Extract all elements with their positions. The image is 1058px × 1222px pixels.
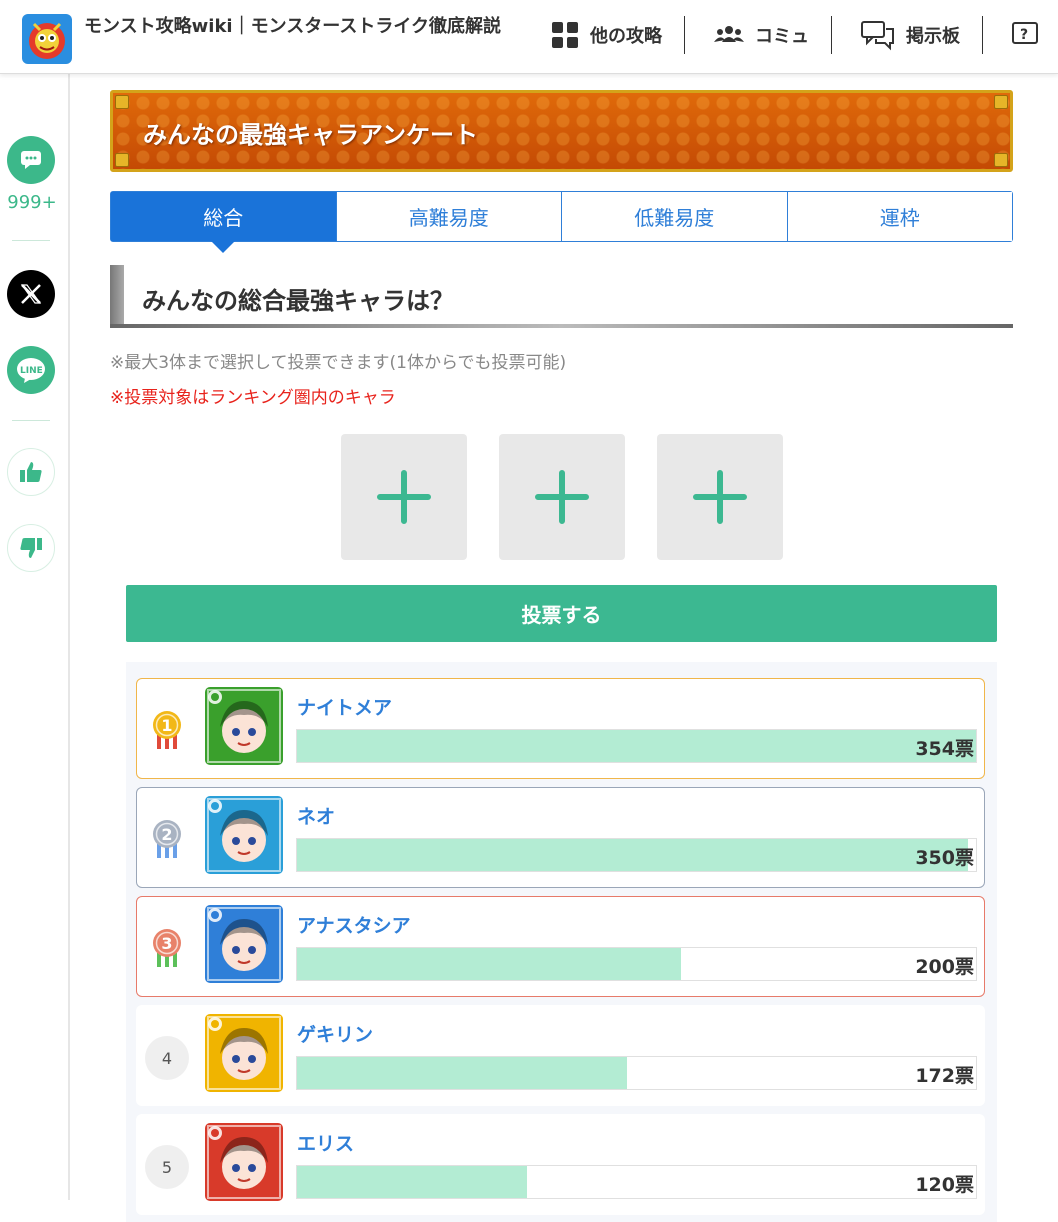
ranking-list: 1 ナイトメア 354票 2 ネオ 350票 3 アナスタシア 200票 4 ゲキリン 172票 5 エリ…: [126, 662, 997, 1222]
survey-tabs: 総合 高難易度 低難易度 運枠: [110, 191, 1013, 253]
selection-slots: [341, 434, 783, 560]
divider: [12, 420, 50, 421]
vote-count: 354票: [915, 738, 974, 760]
share-x-button[interactable]: [7, 270, 55, 318]
question-text: みんなの総合最強キャラは？: [142, 287, 454, 315]
site-logo[interactable]: [22, 14, 72, 64]
svg-text:2: 2: [161, 825, 172, 844]
vote-bar-fill: [297, 948, 681, 980]
add-character-slot[interactable]: [499, 434, 625, 560]
comment-icon: [21, 151, 41, 169]
plus-icon: [377, 470, 431, 524]
comment-button[interactable]: [7, 136, 55, 184]
nav-label: 掲示板: [906, 26, 960, 47]
silver-medal-icon: 2: [149, 818, 185, 862]
comment-count: 999+: [7, 192, 57, 213]
nav-community[interactable]: コミュ: [685, 16, 832, 54]
nav-board[interactable]: 掲示板: [832, 16, 983, 54]
rank-number: 5: [145, 1145, 189, 1189]
character-avatar[interactable]: [205, 905, 283, 983]
gold-medal-icon: 1: [149, 709, 185, 753]
character-name[interactable]: アナスタシア: [297, 911, 411, 938]
vote-bar-fill: [297, 839, 969, 871]
vote-count: 350票: [915, 847, 974, 869]
x-logo-icon: [20, 284, 42, 304]
bronze-medal-icon: 3: [149, 927, 185, 971]
line-logo-icon: LINE: [17, 358, 45, 383]
character-name[interactable]: ゲキリン: [297, 1020, 373, 1047]
vote-count: 172票: [915, 1065, 974, 1087]
vote-button[interactable]: 投票する: [126, 585, 997, 642]
grid-icon: [550, 20, 580, 50]
character-name[interactable]: ナイトメア: [297, 693, 392, 720]
tab-low-difficulty[interactable]: 低難易度: [562, 192, 788, 241]
svg-text:?: ?: [1020, 27, 1028, 43]
question-heading: みんなの総合最強キャラは？: [110, 265, 1013, 328]
ranking-row[interactable]: 4 ゲキリン 172票: [136, 1005, 985, 1106]
svg-text:LINE: LINE: [20, 366, 43, 376]
ranking-row[interactable]: 1 ナイトメア 354票: [136, 678, 985, 779]
site-header: モンスト攻略wiki｜モンスターストライク徹底解説 他の攻略 コミュ 掲示板 ?: [0, 0, 1058, 74]
ranking-row[interactable]: 3 アナスタシア 200票: [136, 896, 985, 997]
vote-bar-fill: [297, 1057, 627, 1089]
character-avatar[interactable]: [205, 796, 283, 874]
vote-bar: 200票: [296, 947, 977, 981]
vote-bar: 172票: [296, 1056, 977, 1090]
rank-number: 4: [145, 1036, 189, 1080]
svg-text:1: 1: [161, 716, 172, 735]
plus-icon: [535, 470, 589, 524]
nav-label: コミュ: [755, 26, 809, 47]
character-name[interactable]: エリス: [297, 1129, 354, 1156]
banner-title: みんなの最強キャラアンケート: [143, 121, 479, 149]
survey-banner: みんなの最強キャラアンケート: [110, 90, 1013, 172]
chat-icon: [860, 19, 896, 51]
like-button[interactable]: [7, 448, 55, 496]
vote-count: 120票: [915, 1174, 974, 1196]
tab-high-difficulty[interactable]: 高難易度: [336, 192, 562, 241]
tab-overall[interactable]: 総合: [111, 192, 337, 253]
character-name[interactable]: ネオ: [297, 802, 335, 829]
thumbs-up-icon: [20, 462, 42, 482]
dislike-button[interactable]: [7, 524, 55, 572]
svg-text:3: 3: [161, 934, 172, 953]
vote-instructions: ※最大3体まで選択して投票できます(1体からでも投票可能): [110, 353, 567, 373]
header-nav: 他の攻略 コミュ 掲示板 ?: [540, 16, 1043, 54]
vote-bar: 350票: [296, 838, 977, 872]
users-icon: [713, 24, 745, 46]
vote-bar-fill: [297, 730, 976, 762]
vote-bar: 354票: [296, 729, 977, 763]
share-line-button[interactable]: LINE: [7, 346, 55, 394]
character-avatar[interactable]: [205, 1014, 283, 1092]
ranking-row[interactable]: 2 ネオ 350票: [136, 787, 985, 888]
character-avatar[interactable]: [205, 1123, 283, 1201]
character-avatar[interactable]: [205, 687, 283, 765]
nav-other-guides[interactable]: 他の攻略: [540, 16, 685, 54]
tab-luck-slot[interactable]: 運枠: [787, 192, 1012, 241]
add-character-slot[interactable]: [657, 434, 783, 560]
add-character-slot[interactable]: [341, 434, 467, 560]
thumbs-down-icon: [20, 538, 42, 558]
nav-label: 他の攻略: [590, 26, 662, 47]
survey-section: みんなの最強キャラアンケート 総合 高難易度 低難易度 運枠 みんなの総合最強キ…: [110, 90, 1013, 1222]
vote-bar: 120票: [296, 1165, 977, 1199]
share-rail: 999+ LINE: [0, 74, 70, 1200]
divider: [12, 240, 50, 241]
vote-count: 200票: [915, 956, 974, 978]
vote-bar-fill: [297, 1166, 528, 1198]
plus-icon: [693, 470, 747, 524]
site-title[interactable]: モンスト攻略wiki｜モンスターストライク徹底解説: [84, 12, 504, 41]
nav-help[interactable]: ?: [983, 16, 1043, 54]
help-icon: ?: [1011, 20, 1039, 50]
vote-target-note: ※投票対象はランキング圏内のキャラ: [110, 388, 396, 408]
